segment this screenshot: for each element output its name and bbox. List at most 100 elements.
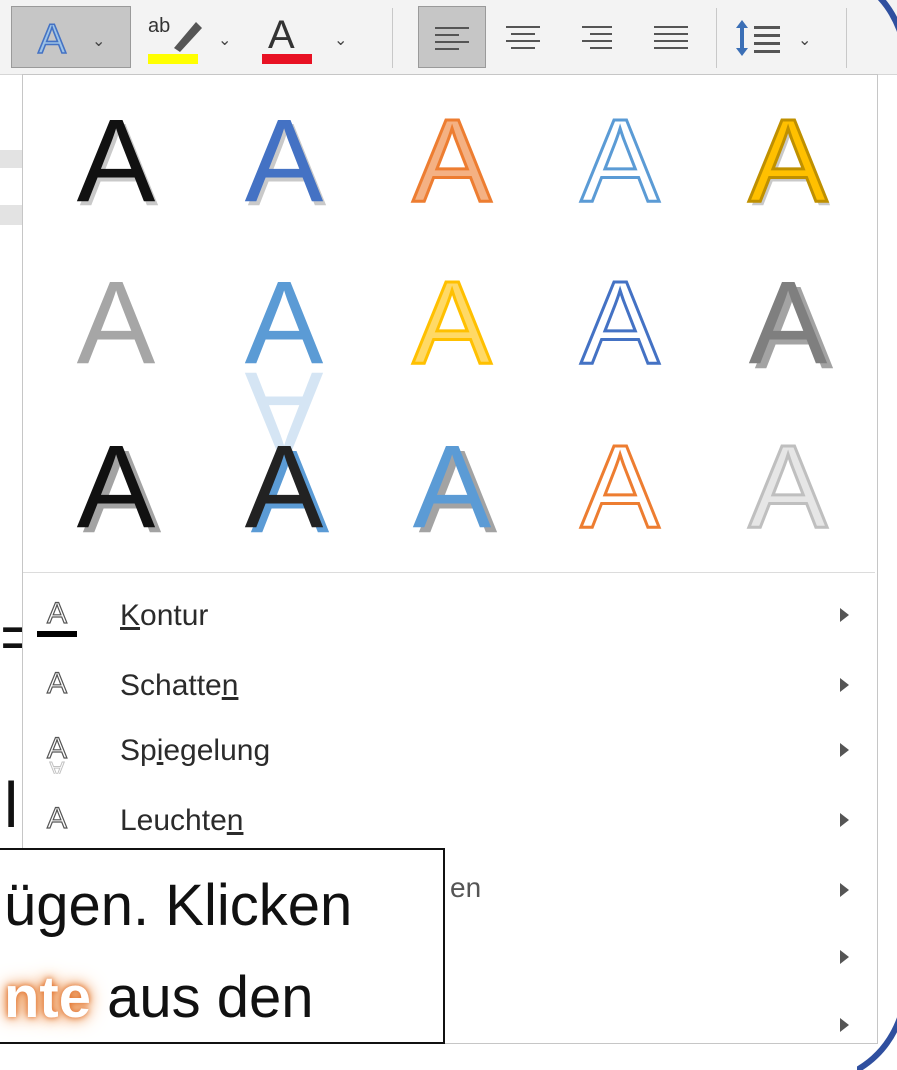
menu-item-shadow[interactable]: A Schatten xyxy=(23,655,875,717)
gallery-divider xyxy=(23,572,875,573)
submenu-arrow-icon xyxy=(840,678,849,692)
document-background-strip xyxy=(0,205,22,225)
ribbon-toolbar: A ⌄ ab ⌄ A ⌄ ⌄ xyxy=(0,0,897,75)
align-right-button[interactable] xyxy=(566,6,630,68)
text-effect-fill-blue-reflection[interactable]: AA xyxy=(209,245,359,479)
toolbar-separator xyxy=(846,8,847,68)
access-key: K xyxy=(120,599,141,632)
submenu-arrow-icon xyxy=(840,813,849,827)
menu-item-label: Spiegelung xyxy=(120,734,270,768)
line-spacing-button[interactable]: ⌄ xyxy=(726,6,826,68)
font-color-icon: A xyxy=(262,13,312,64)
menu-item-outline[interactable]: A Kontur xyxy=(23,585,875,647)
svg-text:A: A xyxy=(77,421,156,553)
letter-a-icon: AA xyxy=(245,257,324,479)
chevron-down-icon[interactable]: ⌄ xyxy=(92,31,105,50)
highlight-color-swatch xyxy=(148,54,198,64)
align-left-button[interactable] xyxy=(418,6,486,68)
svg-text:A: A xyxy=(413,421,492,553)
letter-a-icon: AA xyxy=(749,257,834,394)
highlighter-icon: ab xyxy=(148,15,202,64)
align-right-icon xyxy=(582,26,616,54)
text-effect-fill-black-shadow[interactable]: AA xyxy=(41,83,191,233)
toolbar-separator xyxy=(716,8,717,68)
menu-item-label: Leuchten xyxy=(120,804,243,838)
letter-a-icon: AA xyxy=(747,94,831,232)
svg-text:ab: ab xyxy=(148,15,170,37)
text-effect-outline-blue[interactable]: A xyxy=(545,83,695,233)
letter-a-icon: AA xyxy=(77,421,162,558)
text-effect-fill-blue-3d[interactable]: AA xyxy=(377,409,527,559)
letter-a-icon: A xyxy=(579,420,661,555)
line-spacing-icon xyxy=(736,20,780,56)
menu-item-reflection[interactable]: A A Spiegelung xyxy=(23,720,875,783)
svg-text:A: A xyxy=(749,421,828,553)
menu-item-glow[interactable]: A Leuchten xyxy=(23,790,875,852)
label-text: ontur xyxy=(140,599,209,632)
chevron-down-icon[interactable]: ⌄ xyxy=(798,30,811,49)
text-effect-fill-gold-outline[interactable]: A xyxy=(377,245,527,395)
label-text: egelung xyxy=(163,734,271,767)
letter-a-icon: A xyxy=(747,420,829,555)
svg-text:A: A xyxy=(47,597,67,630)
submenu-arrow-icon xyxy=(840,1018,849,1032)
submenu-arrow-icon xyxy=(840,883,849,897)
letter-a-icon: AA xyxy=(77,95,159,231)
outline-icon: A xyxy=(37,593,77,639)
text-effect-fill-gold-bevel[interactable]: AA xyxy=(713,83,863,233)
justify-button[interactable] xyxy=(640,6,704,68)
document-text-fragment: l xyxy=(4,769,19,841)
menu-item-label: Schatten xyxy=(120,669,238,703)
letter-a-icon: A xyxy=(77,257,156,389)
document-background-strip xyxy=(0,150,22,168)
font-color-button[interactable]: A ⌄ xyxy=(252,6,362,68)
svg-text:A: A xyxy=(413,95,492,227)
svg-text:A: A xyxy=(413,257,492,389)
access-key: n xyxy=(221,669,239,702)
text-effects-button[interactable]: A ⌄ xyxy=(11,6,131,68)
label-text: Leuchte xyxy=(120,804,227,837)
glow-icon: A xyxy=(37,798,77,844)
letter-a-icon: A xyxy=(579,94,661,229)
text-effect-fill-gray-3d[interactable]: AA xyxy=(713,245,863,395)
text-effect-fill-dark-blue-shadow[interactable]: AA xyxy=(209,409,359,559)
text-effect-fill-black-3d[interactable]: AA xyxy=(41,409,191,559)
decorative-arc xyxy=(857,0,897,1070)
svg-text:A: A xyxy=(77,257,156,389)
svg-text:A: A xyxy=(245,421,324,553)
chevron-down-icon[interactable]: ⌄ xyxy=(218,30,231,49)
align-center-button[interactable] xyxy=(492,6,556,68)
align-left-icon xyxy=(435,27,469,55)
letter-a-icon: AA xyxy=(413,421,498,558)
svg-text:A: A xyxy=(77,95,156,227)
text-effect-fill-blue-shadow[interactable]: AA xyxy=(209,83,359,233)
document-text-line: nte aus den xyxy=(4,964,314,1031)
text-effect-outline-orange-3d[interactable]: A xyxy=(545,409,695,559)
svg-text:A: A xyxy=(581,421,660,553)
submenu-arrow-icon xyxy=(840,950,849,964)
text-effects-icon: A xyxy=(37,15,67,59)
shadow-icon: A xyxy=(37,663,77,709)
chevron-down-icon[interactable]: ⌄ xyxy=(334,30,347,49)
text-effect-outline-blue-double[interactable]: A xyxy=(545,245,695,395)
glow-text: nte xyxy=(4,965,91,1030)
highlight-color-button[interactable]: ab ⌄ xyxy=(140,6,248,68)
svg-text:A: A xyxy=(50,757,65,774)
document-text-line: ügen. Klicken xyxy=(4,873,353,938)
reflection-icon: AA xyxy=(37,728,77,782)
menu-item-label: Kontur xyxy=(120,599,208,633)
svg-text:A: A xyxy=(581,257,660,389)
text-effect-fill-orange-outline[interactable]: A xyxy=(377,83,527,233)
justify-icon xyxy=(654,26,688,54)
svg-text:A: A xyxy=(268,13,295,57)
document-text-box[interactable]: ügen. Klicken nte aus den xyxy=(0,848,445,1044)
letter-a-icon: A xyxy=(579,256,661,391)
svg-text:A: A xyxy=(38,15,66,59)
access-key: n xyxy=(226,804,244,837)
partial-menu-label: en xyxy=(450,872,482,903)
svg-text:A: A xyxy=(581,95,660,227)
text-effect-fill-white-gray[interactable]: A xyxy=(713,409,863,559)
text-effect-fill-gray[interactable]: A xyxy=(41,245,191,395)
toolbar-separator xyxy=(392,8,393,68)
letter-a-icon: AA xyxy=(245,95,327,231)
